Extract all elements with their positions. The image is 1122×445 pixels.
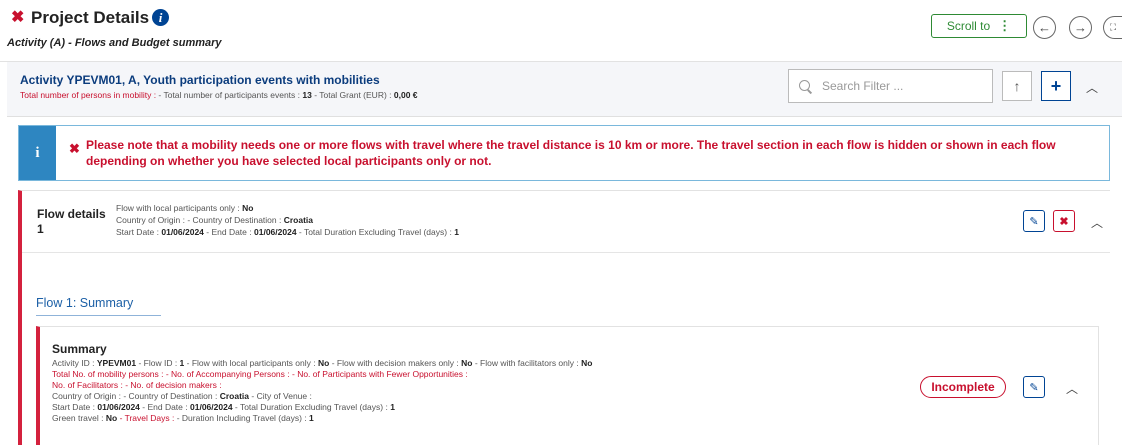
flow-label: Flow details 1	[37, 207, 106, 236]
flow-local-value: No	[242, 203, 254, 213]
summary-facilitators-label: - Flow with facilitators only :	[472, 358, 582, 368]
summary-decision-label: - Flow with decision makers only :	[329, 358, 462, 368]
search-input[interactable]	[822, 79, 982, 93]
flow-destination-value: Croatia	[283, 215, 314, 225]
summary-facilitators-line: No. of Facilitators : - No. of decision …	[52, 380, 222, 390]
edit-flow-button[interactable]: ✎	[1023, 210, 1045, 232]
plus-icon: +	[1050, 75, 1062, 96]
flow-start-label: Start Date :	[116, 227, 162, 237]
info-icon: i	[19, 126, 56, 180]
summary-incl-duration-label: - Duration Including Travel (days) :	[176, 413, 309, 423]
summary-title: Summary	[52, 342, 107, 356]
edit-summary-button[interactable]: ✎	[1023, 376, 1045, 398]
pencil-icon: ✎	[1029, 215, 1039, 228]
summary-green-value: No	[105, 413, 118, 423]
flow-card: Flow details 1 Flow with local participa…	[18, 190, 1110, 445]
summary-duration-label: - Total Duration Excluding Travel (days)…	[232, 402, 391, 412]
error-icon: ✖	[69, 141, 80, 156]
summary-end-value: 01/06/2024	[190, 402, 233, 412]
flow-end-value: 01/06/2024	[254, 227, 297, 237]
delete-flow-button[interactable]: ✖	[1053, 210, 1075, 232]
chevron-up-icon[interactable]: ︿	[1066, 380, 1078, 397]
chevron-up-icon[interactable]: ︿	[1086, 79, 1098, 96]
add-flow-button[interactable]: +	[1041, 71, 1071, 101]
activity-header: Activity YPEVM01, A, Youth participation…	[7, 62, 1122, 117]
summary-local-value: No	[317, 358, 330, 368]
page-header: ✖ Project Details i Activity (A) - Flows…	[0, 0, 1122, 62]
info-notice: i ✖ Please note that a mobility needs on…	[18, 125, 1110, 181]
back-arrow-button[interactable]: ←	[1033, 16, 1056, 39]
summary-duration-value: 1	[390, 402, 395, 412]
summary-start-value: 01/06/2024	[97, 402, 140, 412]
scroll-to-button[interactable]: Scroll to ⋮	[931, 14, 1027, 38]
summary-green-label: Green travel :	[52, 413, 106, 423]
summary-facilitators-value: No	[581, 358, 593, 368]
summary-venue-label: - City of Venue :	[249, 391, 312, 401]
summary-destination-value: Croatia	[219, 391, 250, 401]
activity-stats: Total number of persons in mobility : - …	[20, 90, 418, 100]
summary-activity-id-label: Activity ID :	[52, 358, 97, 368]
flow-info: Flow with local participants only : No C…	[116, 202, 459, 238]
flow-start-value: 01/06/2024	[161, 227, 204, 237]
summary-activity-id-value: YPEVM01	[96, 358, 137, 368]
activity-title: Activity YPEVM01, A, Youth participation…	[20, 73, 380, 87]
flow-origin-label: Country of Origin : - Country of Destina…	[116, 215, 284, 225]
status-badge: Incomplete	[920, 376, 1006, 398]
summary-start-label: Start Date :	[52, 402, 98, 412]
summary-decision-value: No	[461, 358, 473, 368]
kebab-icon: ⋮	[998, 18, 1012, 33]
flow-end-label: - End Date :	[203, 227, 254, 237]
stat-grant-label: - Total Grant (EUR) :	[311, 90, 394, 100]
scroll-to-label: Scroll to	[946, 19, 991, 33]
stat-participants-label: - Total number of participants events :	[156, 90, 303, 100]
search-icon	[799, 79, 812, 93]
forward-arrow-button[interactable]: →	[1069, 16, 1092, 39]
page-subtitle: Activity (A) - Flows and Budget summary	[7, 37, 222, 49]
arrow-left-icon: ←	[1038, 20, 1051, 35]
summary-end-label: - End Date :	[139, 402, 190, 412]
fullscreen-button[interactable]: ⛶	[1103, 16, 1122, 39]
close-icon[interactable]: ✖	[11, 8, 24, 28]
chevron-up-icon[interactable]: ︿	[1091, 214, 1103, 231]
flow-header: Flow details 1 Flow with local participa…	[22, 191, 1110, 253]
summary-travel-days-label: - Travel Days :	[117, 413, 177, 423]
flow-duration-value: 1	[454, 227, 459, 237]
flow-duration-label: - Total Duration Excluding Travel (days)…	[296, 227, 455, 237]
summary-flow-id-label: - Flow ID :	[136, 358, 180, 368]
scroll-up-button[interactable]: ↑	[1002, 71, 1032, 101]
arrow-right-icon: →	[1074, 20, 1087, 35]
search-filter[interactable]	[788, 69, 993, 103]
summary-local-label: - Flow with local participants only :	[184, 358, 318, 368]
stat-persons-label: Total number of persons in mobility :	[20, 90, 157, 100]
summary-incl-duration-value: 1	[309, 413, 314, 423]
stat-grant-value: 0,00 €	[393, 90, 418, 100]
summary-card: Summary Activity ID : YPEVM01 - Flow ID …	[36, 326, 1099, 445]
arrow-up-icon: ↑	[1013, 78, 1021, 94]
close-icon: ✖	[1059, 215, 1069, 228]
flow-summary-tab[interactable]: Flow 1: Summary	[36, 296, 161, 316]
summary-origin-label: Country of Origin : - Country of Destina…	[52, 391, 220, 401]
summary-persons-line: Total No. of mobility persons : - No. of…	[52, 369, 468, 379]
notice-text: Please note that a mobility needs one or…	[86, 138, 1056, 168]
pencil-icon: ✎	[1029, 381, 1039, 394]
flow-local-label: Flow with local participants only :	[116, 203, 243, 213]
info-icon[interactable]: i	[152, 9, 169, 26]
stat-participants-value: 13	[302, 90, 312, 100]
fullscreen-icon: ⛶	[1109, 22, 1117, 32]
page-title: Project Details	[31, 8, 150, 27]
summary-details: Activity ID : YPEVM01 - Flow ID : 1 - Fl…	[52, 358, 592, 424]
